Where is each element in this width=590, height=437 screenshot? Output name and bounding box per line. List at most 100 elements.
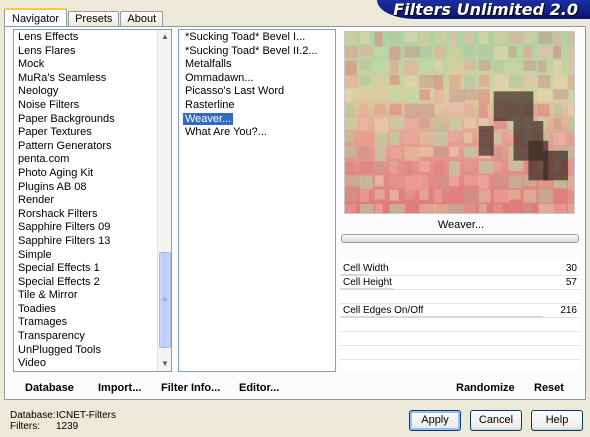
filter-info-button[interactable]: Filter Info...	[161, 382, 220, 394]
database-label: Database:	[10, 410, 56, 421]
category-item[interactable]: Special Effects 1	[14, 262, 171, 276]
cancel-button[interactable]: Cancel	[470, 410, 522, 431]
param-label: Cell Height	[343, 277, 392, 288]
app-title-banner: Filters Unlimited 2.0	[377, 0, 590, 19]
param-cell-width[interactable]: Cell Width 30	[340, 262, 580, 276]
category-item[interactable]: Simple	[14, 249, 171, 263]
param-empty	[340, 290, 580, 304]
category-item[interactable]: Video	[14, 357, 171, 371]
category-item-label: Paper Textures	[18, 126, 92, 139]
param-empty	[340, 346, 580, 360]
category-item-label: Photo Aging Kit	[18, 166, 94, 179]
category-item[interactable]: Sapphire Filters 13	[14, 235, 171, 249]
filter-item[interactable]: *Sucking Toad* Bevel II.2...	[179, 45, 335, 59]
category-item[interactable]: Rorshack Filters	[14, 208, 171, 222]
import-button[interactable]: Import...	[98, 382, 141, 394]
param-value: 30	[565, 263, 577, 274]
param-value: 57	[565, 277, 577, 288]
category-item-label: Pattern Generators	[18, 139, 112, 152]
param-label: Cell Width	[343, 263, 389, 274]
category-item[interactable]: UnPlugged Tools	[14, 344, 171, 358]
category-item-label: Noise Filters	[18, 98, 80, 111]
category-item[interactable]: penta.com	[14, 153, 171, 167]
category-item[interactable]: Tile & Mirror	[14, 289, 171, 303]
filter-item[interactable]: Weaver...	[179, 112, 335, 127]
category-item[interactable]: Sapphire Filters 09	[14, 221, 171, 235]
category-item[interactable]: Special Effects 2	[14, 276, 171, 290]
apply-button[interactable]: Apply	[409, 410, 461, 431]
category-item[interactable]: Photo Aging Kit	[14, 167, 171, 181]
category-items: Lens Effects Lens Flares Mock MuRa's Seamle…	[14, 30, 171, 371]
category-item[interactable]: Lens Effects	[14, 31, 171, 45]
tab-presets[interactable]: Presets	[68, 11, 120, 27]
filter-item-label: *Sucking Toad* Bevel II.2...	[185, 44, 318, 57]
category-item[interactable]: Neology	[14, 85, 171, 99]
filter-item-label: Ommadawn...	[185, 71, 254, 84]
filter-item[interactable]: *Sucking Toad* Bevel I...	[179, 31, 335, 45]
filter-item[interactable]: Picasso's Last Word	[179, 85, 335, 99]
category-item-label: Toadies	[18, 302, 56, 315]
category-item[interactable]: Lens Flares	[14, 45, 171, 59]
category-item[interactable]: Toadies	[14, 303, 171, 317]
category-item-label: Video	[18, 357, 46, 370]
filter-item-label: Metalfalls	[185, 58, 232, 71]
category-item-label: Simple	[18, 248, 52, 261]
scroll-down-icon[interactable]: ▼	[158, 357, 171, 371]
category-item-label: Mock	[18, 58, 45, 71]
randomize-button[interactable]: Randomize	[456, 382, 515, 394]
filter-item[interactable]: Metalfalls	[179, 58, 335, 72]
param-cell-height[interactable]: Cell Height 57	[340, 276, 580, 290]
tab-navigator[interactable]: Navigator	[4, 8, 68, 27]
category-item[interactable]: Pattern Generators	[14, 140, 171, 154]
tab-about[interactable]: About	[120, 11, 164, 27]
reset-button[interactable]: Reset	[534, 382, 564, 394]
help-button[interactable]: Help	[531, 410, 583, 431]
database-button[interactable]: Database	[25, 382, 74, 394]
scroll-thumb[interactable]: ≡	[159, 252, 171, 348]
category-item[interactable]: Paper Textures	[14, 126, 171, 140]
editor-button[interactable]: Editor...	[239, 382, 279, 394]
filter-items: *Sucking Toad* Bevel I... *Sucking Toad* …	[179, 30, 335, 140]
category-item[interactable]: MuRa's Seamless	[14, 72, 171, 86]
parameter-panel: Cell Width 30 Cell Height 57 Cell Edges …	[340, 258, 580, 370]
category-item-label: Sapphire Filters 13	[18, 234, 111, 247]
database-value: ICNET-Filters	[56, 410, 116, 421]
filter-item[interactable]: Ommadawn...	[179, 72, 335, 86]
filter-item-label: Picasso's Last Word	[185, 85, 285, 98]
category-item-label: Rorshack Filters	[18, 207, 98, 220]
scroll-up-icon[interactable]: ▲	[158, 30, 171, 44]
category-item-label: Transparency	[18, 330, 85, 343]
filter-item-label: Rasterline	[185, 98, 235, 111]
category-item-label: Tile & Mirror	[18, 289, 78, 302]
category-scrollbar[interactable]: ▲ ≡ ▼	[157, 30, 171, 371]
category-item-label: Special Effects 1	[18, 262, 100, 275]
category-item[interactable]: Transparency	[14, 330, 171, 344]
filters-label: Filters:	[10, 421, 40, 432]
category-item[interactable]: Paper Backgrounds	[14, 113, 171, 127]
param-empty	[340, 332, 580, 346]
category-item-label: Sapphire Filters 09	[18, 221, 111, 234]
param-value: 216	[560, 305, 577, 316]
category-item-label: Tramages	[18, 316, 68, 329]
param-label: Cell Edges On/Off	[343, 305, 424, 316]
category-item-label: MuRa's Seamless	[18, 71, 107, 84]
category-item-label: Paper Backgrounds	[18, 112, 115, 125]
category-item-label: Render	[18, 194, 55, 207]
preview-caption: Weaver...	[437, 219, 485, 231]
category-item-label: Lens Effects	[18, 31, 79, 43]
category-item[interactable]: Tramages	[14, 316, 171, 330]
category-item-label: Special Effects 2	[18, 275, 100, 288]
filter-item-label: *Sucking Toad* Bevel I...	[185, 31, 306, 43]
category-item-label: Lens Flares	[18, 44, 76, 57]
param-cell-edges[interactable]: Cell Edges On/Off 216	[340, 304, 580, 318]
category-item[interactable]: Render	[14, 194, 171, 208]
filter-list[interactable]: *Sucking Toad* Bevel I... *Sucking Toad* …	[178, 29, 336, 372]
category-item[interactable]: Noise Filters	[14, 99, 171, 113]
category-item[interactable]: Plugins AB 08	[14, 181, 171, 195]
category-item[interactable]: Mock	[14, 58, 171, 72]
category-list[interactable]: Lens Effects Lens Flares Mock MuRa's Seamle…	[13, 29, 172, 372]
filters-count: 1239	[56, 421, 79, 432]
filter-item[interactable]: What Are You?...	[179, 126, 335, 140]
filter-item[interactable]: Rasterline	[179, 99, 335, 113]
filter-item-label: Weaver...	[183, 112, 234, 125]
